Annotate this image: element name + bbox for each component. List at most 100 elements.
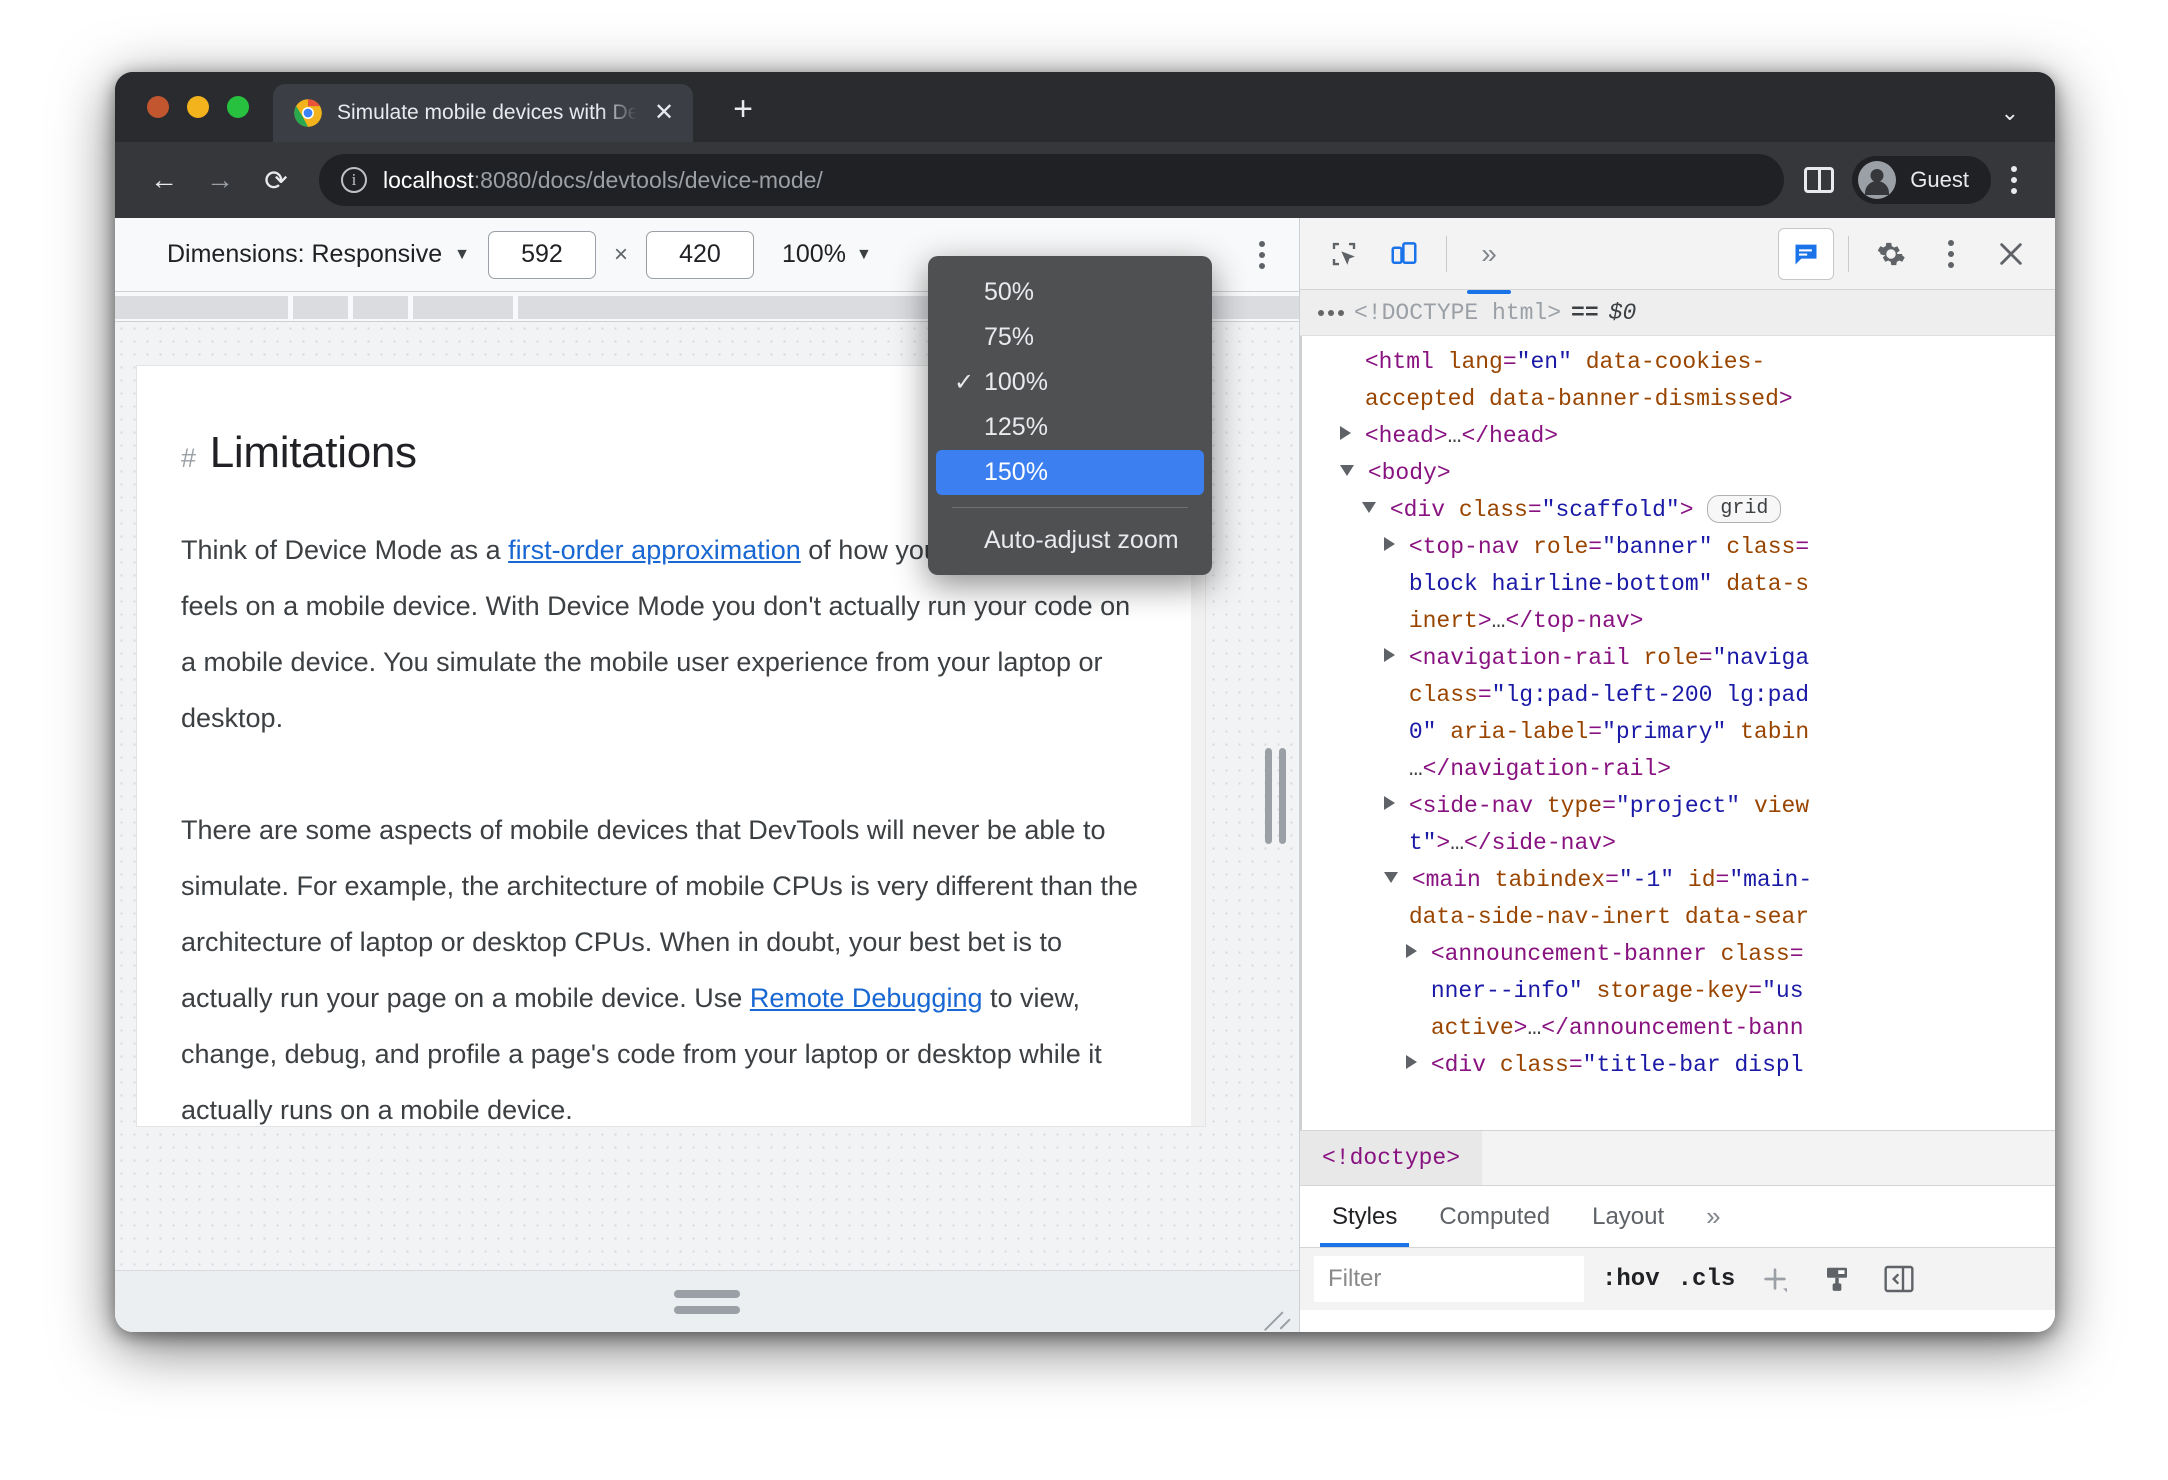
dom-tree-line[interactable]: class="lg:pad-left-200 lg:pad [1318,677,2055,714]
address-bar[interactable]: i localhost:8080/docs/devtools/device-mo… [319,154,1785,206]
expand-triangle-icon[interactable] [1340,426,1351,440]
zoom-menu-item-100[interactable]: ✓ 100% [936,360,1204,405]
filter-input[interactable]: Filter [1314,1256,1584,1302]
zoom-label: 100% [781,240,846,268]
device-toolbar-icon[interactable] [1376,228,1432,280]
devtools-more-options-icon[interactable] [1923,228,1979,280]
zoom-menu-item-75[interactable]: 75% [936,315,1204,360]
collapse-triangle-icon[interactable] [1384,872,1398,883]
zoom-menu-item-label: 125% [984,413,1048,441]
zoom-dropdown[interactable]: 100% ▼ [782,240,872,269]
device-preset-dropdown[interactable]: Dimensions: Responsive ▼ [167,240,470,269]
paragraph-1-pre: Think of Device Mode as a [181,535,509,565]
doctype-row[interactable]: <!DOCTYPE html> == $0 [1300,290,2055,336]
reload-button[interactable]: ⟳ [251,155,301,205]
dom-tree-line[interactable]: accepted data-banner-dismissed> [1318,381,2055,418]
tab-layout[interactable]: Layout [1574,1186,1682,1247]
dom-tree-line[interactable]: <top-nav role="banner" class= [1318,529,2055,566]
dom-tree-line[interactable]: <head>…</head> [1318,418,2055,455]
expand-triangle-icon[interactable] [1384,648,1395,662]
toolbar-divider [1446,235,1447,272]
zoom-menu-item-label: 100% [984,368,1048,396]
viewport-width-resize-handle[interactable] [1256,736,1294,856]
dom-tree-line[interactable]: <div class="title-bar displ [1318,1047,2055,1084]
dom-tree-line[interactable]: …</navigation-rail> [1318,751,2055,788]
forward-button[interactable]: → [195,155,245,205]
dom-tree-line[interactable]: inert>…</top-nav> [1318,603,2055,640]
dom-tree-line[interactable]: active>…</announcement-bann [1318,1010,2055,1047]
zoom-menu-item-label: 150% [984,458,1048,486]
new-tab-button[interactable]: + [725,92,761,128]
dom-tree-line[interactable]: <announcement-banner class= [1318,936,2055,973]
browser-tab[interactable]: Simulate mobile devices with DevTools ✕ [273,84,693,142]
minimize-window-button[interactable] [187,96,209,118]
cls-button[interactable]: .cls [1678,1266,1736,1293]
expand-triangle-icon[interactable] [1384,796,1395,810]
chevron-double-right-icon[interactable]: » [1461,228,1517,294]
chevron-down-icon: ▼ [454,245,470,263]
dom-tree-line[interactable]: t">…</side-nav> [1318,825,2055,862]
dom-tree-line[interactable]: <body> [1318,455,2055,492]
dom-tree-line[interactable]: <html lang="en" data-cookies- [1318,344,2055,381]
kebab-menu-icon[interactable] [1997,157,2031,203]
feedback-icon[interactable] [1778,227,1834,280]
breadcrumb-item-doctype[interactable]: <!doctype> [1300,1131,1483,1185]
paint-bucket-icon[interactable] [1815,1257,1859,1301]
dom-tree[interactable]: <html lang="en" data-cookies- accepted d… [1300,336,2055,1130]
hov-button[interactable]: :hov [1602,1266,1660,1293]
zoom-dropdown-menu[interactable]: 50% 75% ✓ 100% 125% 150% Auto-adjust zoo… [928,256,1212,575]
check-icon: ✓ [954,369,975,396]
dom-tree-line[interactable]: <navigation-rail role="naviga [1318,640,2055,677]
dom-tree-line[interactable]: data-side-nav-inert data-sear [1318,899,2055,936]
dom-tree-line[interactable]: 0" aria-label="primary" tabin [1318,714,2055,751]
profile-chip[interactable]: Guest [1852,156,1991,204]
chevron-down-icon[interactable]: ⌄ [2001,100,2019,126]
device-preset-label: Dimensions: Responsive [167,240,443,268]
url-path: :8080/docs/devtools/device-mode/ [473,166,823,193]
plus-icon[interactable] [1753,1257,1797,1301]
expand-triangle-icon[interactable] [1406,1055,1417,1069]
dom-tree-line[interactable]: <side-nav type="project" view [1318,788,2055,825]
inspect-element-icon[interactable] [1316,228,1372,280]
back-button[interactable]: ← [139,155,189,205]
dom-tree-line[interactable]: <div class="scaffold"> grid [1318,492,2055,529]
maximize-window-button[interactable] [227,96,249,118]
toggle-sidebar-icon[interactable] [1877,1257,1921,1301]
viewport-height-resize-handle[interactable] [674,1289,740,1314]
zoom-menu-item-label: Auto-adjust zoom [984,526,1179,554]
expand-triangle-icon[interactable] [1384,537,1395,551]
styles-filter-bar: Filter :hov .cls [1300,1248,2055,1310]
dom-tree-line[interactable]: <main tabindex="-1" id="main- [1318,862,2055,899]
tab-styles[interactable]: Styles [1314,1186,1415,1247]
close-icon[interactable] [1983,228,2039,280]
device-toolbar-more-options-icon[interactable] [1245,232,1279,278]
close-tab-button[interactable]: ✕ [651,101,677,125]
collapse-triangle-icon[interactable] [1340,465,1354,476]
ruler-tick [288,292,293,321]
height-input[interactable]: 420 [645,230,754,279]
close-window-button[interactable] [147,96,169,118]
site-info-icon[interactable]: i [341,167,367,193]
zoom-menu-item-auto-adjust[interactable]: Auto-adjust zoom [936,518,1204,563]
dom-tree-line[interactable]: nner--info" storage-key="us [1318,973,2055,1010]
dom-tree-line[interactable]: block hairline-bottom" data-s [1318,566,2055,603]
zoom-menu-item-50[interactable]: 50% [936,270,1204,315]
overflow-dots-icon [1318,309,1344,316]
viewport-corner-resize-handle[interactable] [1253,1287,1291,1331]
tab-computed[interactable]: Computed [1421,1186,1568,1247]
zoom-menu-item-125[interactable]: 125% [936,405,1204,450]
page-title-text: Limitations [209,428,417,477]
toolbar-divider [1848,235,1849,272]
side-panel-icon[interactable] [1804,167,1835,193]
window-traffic-lights [147,96,249,118]
gear-icon[interactable] [1863,228,1919,280]
zoom-menu-item-150[interactable]: 150% [936,450,1204,495]
first-order-approximation-link[interactable]: first-order approximation [508,535,801,565]
collapse-triangle-icon[interactable] [1362,502,1376,513]
width-input[interactable]: 592 [487,230,596,279]
doctype-text: <!DOCTYPE html> [1354,299,1562,326]
tab-more-icon[interactable]: » [1688,1186,1738,1247]
expand-triangle-icon[interactable] [1406,944,1417,958]
remote-debugging-link[interactable]: Remote Debugging [750,983,983,1013]
zoom-menu-item-label: 50% [984,278,1035,306]
